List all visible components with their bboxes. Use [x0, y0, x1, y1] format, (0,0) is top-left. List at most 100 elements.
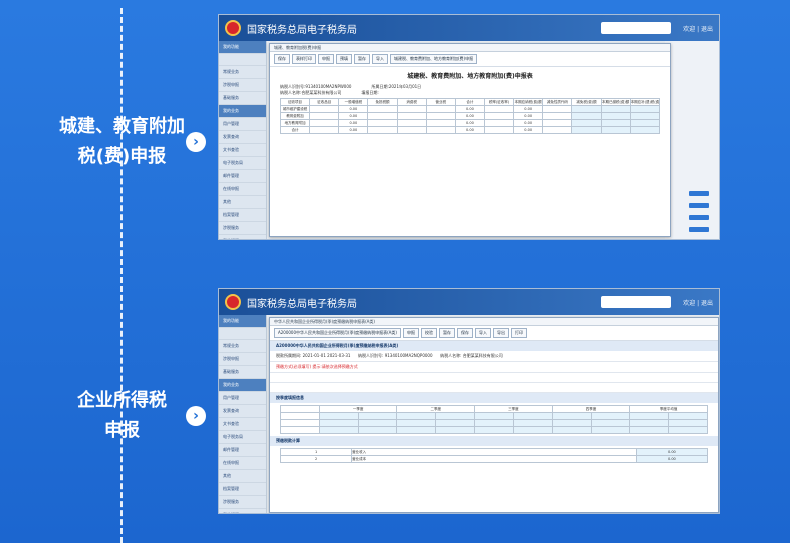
sidebar-item[interactable]: 涉税申报: [219, 353, 266, 366]
sidebar-item[interactable]: 档案管理: [219, 209, 266, 222]
table-cell[interactable]: [483, 105, 515, 113]
toolbar-button[interactable]: 打印: [510, 328, 527, 338]
table-cell[interactable]: [542, 126, 573, 134]
sidebar-item[interactable]: 涉税申报: [219, 79, 266, 92]
sidebar-item[interactable]: 档案管理: [219, 483, 266, 496]
sidebar-item[interactable]: 文书查验: [219, 144, 266, 157]
table-cell[interactable]: [512, 426, 553, 434]
table-cell[interactable]: [600, 119, 631, 127]
table-cell[interactable]: [590, 419, 631, 427]
form-tab[interactable]: A200000中华人民共和国企业所得税月(季)度预缴纳税申报表(A类): [274, 328, 401, 338]
table-cell[interactable]: [425, 105, 456, 113]
table-cell[interactable]: [571, 105, 602, 113]
table-cell[interactable]: [629, 112, 661, 120]
table-cell[interactable]: [318, 426, 359, 434]
table-cell[interactable]: [483, 119, 515, 127]
table-cell[interactable]: [542, 112, 573, 120]
table-cell[interactable]: [425, 112, 456, 120]
toolbar-button[interactable]: 表样打印: [292, 54, 316, 64]
table-cell[interactable]: [551, 419, 592, 427]
table-cell[interactable]: [474, 419, 514, 427]
table-cell[interactable]: [629, 119, 661, 127]
table-cell[interactable]: [571, 126, 602, 134]
table-cell[interactable]: [571, 119, 602, 127]
table-cell[interactable]: [600, 105, 631, 113]
user-info[interactable]: 欢迎 | 退出: [683, 298, 713, 307]
table-cell[interactable]: 0.00: [338, 112, 369, 120]
sidebar-item[interactable]: 我的证照: [219, 235, 266, 239]
table-cell[interactable]: [357, 426, 398, 434]
toolbar-button[interactable]: 导出: [492, 328, 509, 338]
table-cell[interactable]: [396, 119, 427, 127]
sidebar-item[interactable]: 我的功能: [219, 41, 266, 54]
sidebar-item[interactable]: 用户管理: [219, 118, 266, 131]
row-amount[interactable]: 0.00: [635, 448, 709, 456]
table-cell[interactable]: 0.00: [338, 105, 369, 113]
sidebar-item[interactable]: 邮件管理: [219, 444, 266, 457]
table-cell[interactable]: [551, 426, 592, 434]
toolbar-button[interactable]: 校验: [420, 328, 437, 338]
toolbar-button[interactable]: 申报: [402, 328, 419, 338]
table-cell[interactable]: [590, 426, 631, 434]
row-amount[interactable]: 0.00: [635, 455, 709, 463]
table-cell[interactable]: [590, 412, 631, 420]
table-cell[interactable]: [600, 126, 631, 134]
toolbar-button[interactable]: 暂存: [354, 54, 370, 64]
table-cell[interactable]: [435, 426, 476, 434]
sidebar-item[interactable]: 在线申报: [219, 183, 266, 196]
sidebar-item[interactable]: [219, 54, 266, 66]
table-cell[interactable]: [474, 426, 514, 434]
sidebar-item[interactable]: 发票查询: [219, 405, 266, 418]
table-cell[interactable]: [474, 412, 514, 420]
table-cell[interactable]: [629, 426, 670, 434]
table-cell[interactable]: [668, 419, 708, 427]
table-cell[interactable]: [367, 119, 398, 127]
table-cell[interactable]: 0.00: [513, 105, 544, 113]
table-cell[interactable]: [512, 419, 553, 427]
table-cell[interactable]: [435, 412, 476, 420]
table-cell[interactable]: [600, 112, 631, 120]
table-cell[interactable]: 0.00: [513, 119, 544, 127]
table-cell[interactable]: [367, 126, 398, 134]
table-cell[interactable]: [396, 126, 427, 134]
table-cell[interactable]: 0.00: [338, 119, 369, 127]
toolbar-button[interactable]: 预填: [336, 54, 352, 64]
action-button[interactable]: [689, 227, 709, 232]
table-cell[interactable]: [357, 412, 398, 420]
sidebar-item[interactable]: 在线申报: [219, 457, 266, 470]
sidebar-item[interactable]: 用户管理: [219, 392, 266, 405]
action-button[interactable]: [689, 203, 709, 208]
sidebar-item[interactable]: 其他: [219, 470, 266, 483]
sidebar-item[interactable]: 文书查验: [219, 418, 266, 431]
toolbar-button[interactable]: 申报: [318, 54, 334, 64]
sidebar-item[interactable]: 我的业务: [219, 105, 266, 118]
table-cell[interactable]: [542, 105, 573, 113]
table-cell[interactable]: 0.00: [513, 126, 544, 134]
table-cell[interactable]: 0.00: [338, 126, 369, 134]
table-cell[interactable]: 0.00: [513, 112, 544, 120]
table-cell[interactable]: [551, 412, 592, 420]
table-cell[interactable]: [367, 112, 398, 120]
table-cell[interactable]: [629, 126, 661, 134]
table-cell[interactable]: 0.00: [454, 126, 485, 134]
table-cell[interactable]: [435, 419, 476, 427]
toolbar-button[interactable]: 城建税、教育费附加、地方教育附加(费)申报: [390, 54, 478, 64]
table-cell[interactable]: [512, 412, 553, 420]
sidebar-item[interactable]: 发票查询: [219, 131, 266, 144]
table-cell[interactable]: 0.00: [454, 112, 485, 120]
search-input[interactable]: [601, 22, 672, 34]
sidebar-item[interactable]: 电子税务局: [219, 157, 266, 170]
table-cell[interactable]: [318, 412, 359, 420]
sidebar-item[interactable]: [219, 328, 266, 340]
table-cell[interactable]: [396, 105, 427, 113]
toolbar-button[interactable]: 导入: [474, 328, 491, 338]
table-cell[interactable]: [629, 419, 670, 427]
sidebar-item[interactable]: 电子税务局: [219, 431, 266, 444]
sidebar-item[interactable]: 涉税服务: [219, 496, 266, 509]
table-cell[interactable]: [571, 112, 602, 120]
table-cell[interactable]: [483, 126, 515, 134]
chevron-right-icon[interactable]: ›: [186, 132, 206, 152]
toolbar-button[interactable]: 暂存: [438, 328, 455, 338]
sidebar-item[interactable]: 常规业务: [219, 340, 266, 353]
sidebar-item[interactable]: 我的证照: [219, 509, 266, 513]
